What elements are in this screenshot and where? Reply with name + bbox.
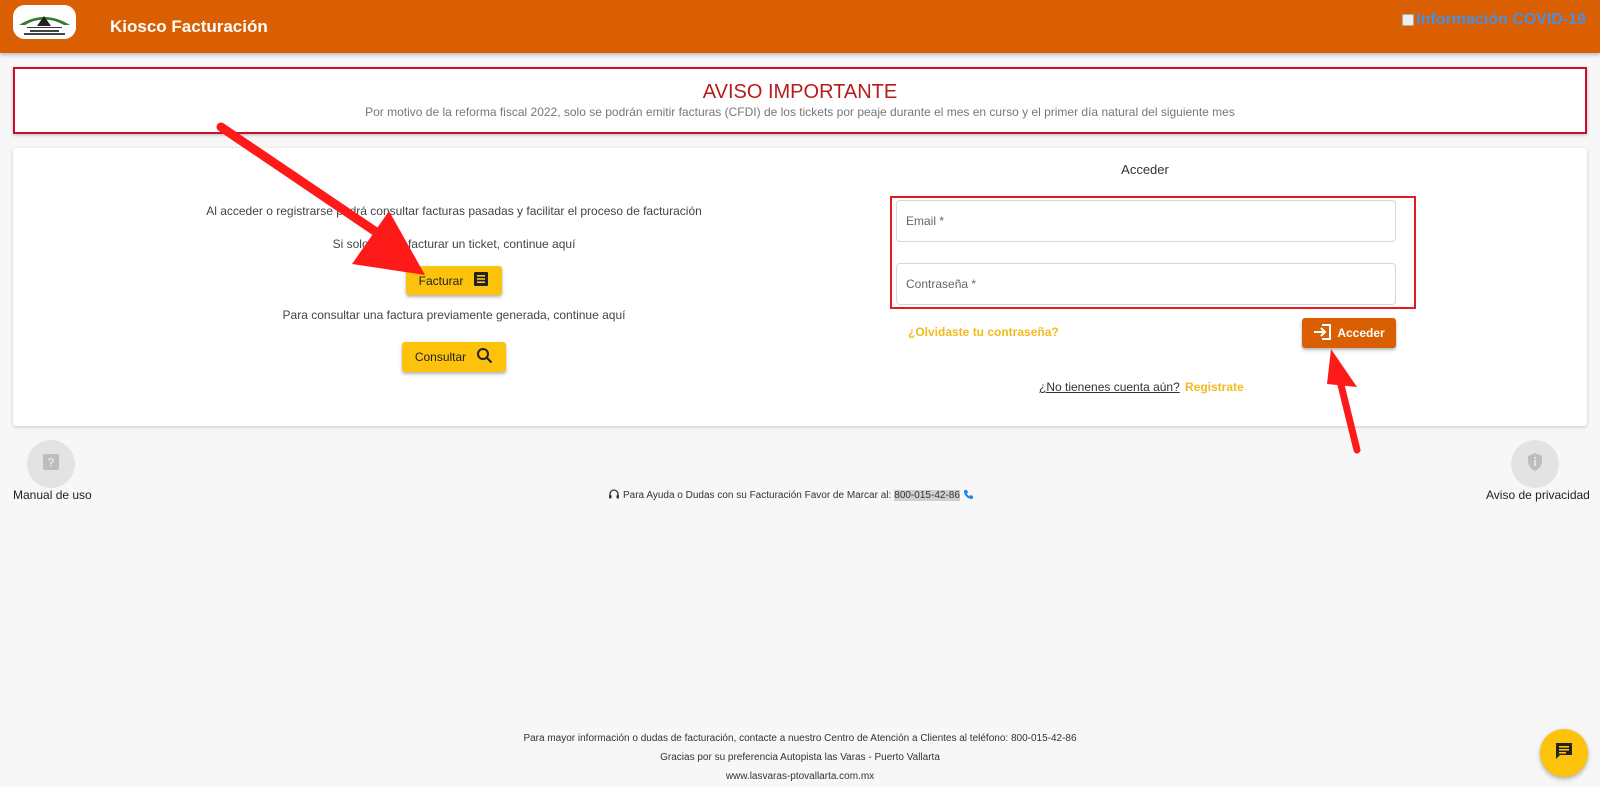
login-submit-button[interactable]: Acceder <box>1302 318 1396 348</box>
chat-icon <box>1554 741 1574 766</box>
list-icon <box>473 271 489 290</box>
covid-info-link[interactable]: Información COVID-19 <box>1402 11 1586 29</box>
notice-title: AVISO IMPORTANTE <box>702 81 898 103</box>
phone-icon[interactable] <box>963 489 974 503</box>
register-link[interactable]: Registrate <box>1185 380 1244 394</box>
main-card: Al acceder o registrarse podrá consultar… <box>13 148 1587 426</box>
password-field[interactable] <box>896 263 1396 305</box>
footer-contact-text: Para mayor información o dudas de factur… <box>523 733 1077 744</box>
account-benefit-text: Al acceder o registrarse podrá consultar… <box>206 204 702 218</box>
footer-thanks-text: Gracias por su preferencia Autopista las… <box>660 752 940 763</box>
no-account-link[interactable]: ¿No tienenes cuenta aún? <box>1039 380 1180 394</box>
login-title: Acceder <box>1121 162 1169 177</box>
email-input[interactable] <box>897 201 1395 241</box>
facturar-button-label: Facturar <box>418 273 464 288</box>
privacy-button[interactable] <box>1511 440 1559 488</box>
svg-text:?: ? <box>47 455 54 469</box>
autopista-logo[interactable] <box>13 5 76 39</box>
help-phone: 800-015-42-86 <box>894 490 960 501</box>
help-line: Para Ayuda o Dudas con su Facturación Fa… <box>608 488 974 503</box>
privacy-label[interactable]: Aviso de privacidad <box>1486 488 1590 502</box>
important-notice: AVISO IMPORTANTE Por motivo de la reform… <box>13 67 1587 134</box>
headset-icon <box>608 488 620 503</box>
manual-button[interactable]: ? <box>27 440 75 488</box>
chat-button[interactable] <box>1540 729 1588 777</box>
forgot-password-link[interactable]: ¿Olvidaste tu contraseña? <box>908 325 1059 339</box>
consultar-button-label: Consultar <box>414 350 467 364</box>
help-text: Para Ayuda o Dudas con su Facturación Fa… <box>623 490 892 501</box>
login-icon <box>1313 323 1333 344</box>
email-field[interactable] <box>896 200 1396 242</box>
broken-image-icon <box>1402 14 1415 26</box>
facturar-prompt: Si solo desea facturar un ticket, contin… <box>332 237 576 251</box>
facturar-button[interactable]: Facturar <box>406 266 502 295</box>
shield-icon <box>1526 452 1544 477</box>
covid-link-label: Información COVID-19 <box>1416 11 1586 28</box>
consultar-button[interactable]: Consultar <box>402 342 506 372</box>
login-fields-highlight <box>890 196 1416 309</box>
manual-label[interactable]: Manual de uso <box>13 488 92 502</box>
password-input[interactable] <box>897 264 1395 304</box>
consultar-prompt: Para consultar una factura previamente g… <box>282 308 626 322</box>
login-submit-label: Acceder <box>1337 326 1385 340</box>
top-bar: Kiosco Facturación Información COVID-19 <box>0 0 1600 53</box>
search-icon <box>476 347 493 367</box>
help-icon: ? <box>42 453 60 476</box>
notice-text: Por motivo de la reforma fiscal 2022, so… <box>365 105 1235 119</box>
footer-website-text[interactable]: www.lasvaras-ptovallarta.com.mx <box>0 771 1600 782</box>
app-title: Kiosco Facturación <box>110 17 268 36</box>
